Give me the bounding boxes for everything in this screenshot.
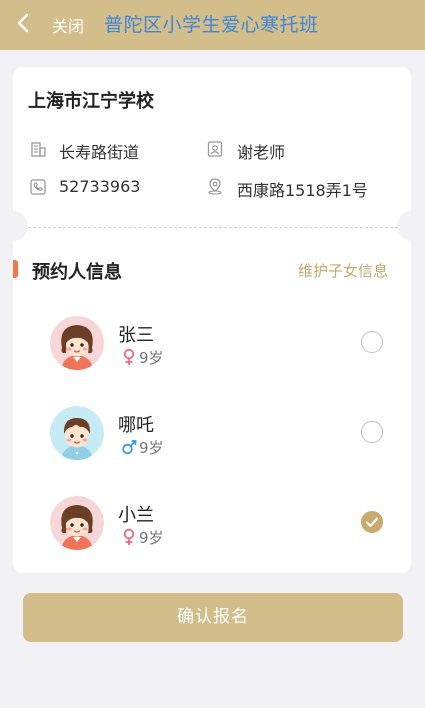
building-icon <box>31 142 46 157</box>
select-radio-checked[interactable] <box>361 511 383 533</box>
girl-avatar-icon <box>50 316 104 370</box>
female-icon <box>123 528 135 545</box>
close-button[interactable]: 关闭 <box>52 13 84 37</box>
boy-avatar-icon <box>50 406 104 460</box>
top-bar: 关闭 普陀区小学生爱心寒托班 <box>0 0 425 50</box>
school-street: 长寿路街道 <box>59 143 140 162</box>
select-radio[interactable] <box>361 421 383 443</box>
male-icon <box>122 440 137 455</box>
card-notch-right <box>397 211 425 241</box>
page-title: 普陀区小学生爱心寒托班 <box>104 14 319 36</box>
select-radio[interactable] <box>361 331 383 353</box>
person-age: 9岁 <box>139 439 164 457</box>
section-accent-bar <box>13 260 18 278</box>
person-name: 张三 <box>118 325 154 346</box>
teacher-icon <box>207 141 223 157</box>
person-name: 小兰 <box>118 505 154 526</box>
school-address: 西康路1518弄1号 <box>237 181 368 200</box>
school-name: 上海市江宁学校 <box>28 91 154 112</box>
girl-avatar-icon <box>50 496 104 550</box>
section-title: 预约人信息 <box>32 262 122 283</box>
confirm-signup-button[interactable]: 确认报名 <box>23 593 403 642</box>
person-name: 哪吒 <box>118 415 154 436</box>
card-divider <box>28 227 398 228</box>
school-phone: 52733963 <box>59 177 141 196</box>
person-age: 9岁 <box>139 349 164 367</box>
school-teacher: 谢老师 <box>237 143 286 162</box>
person-item[interactable]: 小兰 9岁 <box>13 496 411 576</box>
female-icon <box>123 348 135 365</box>
check-icon <box>365 517 379 528</box>
location-icon <box>208 178 222 195</box>
person-item[interactable]: 张三 9岁 <box>13 316 411 396</box>
maintain-children-link[interactable]: 维护子女信息 <box>298 260 388 281</box>
back-arrow-icon[interactable] <box>14 12 34 34</box>
person-age: 9岁 <box>139 529 164 547</box>
person-item[interactable]: 哪吒 9岁 <box>13 406 411 486</box>
phone-icon <box>30 179 46 195</box>
